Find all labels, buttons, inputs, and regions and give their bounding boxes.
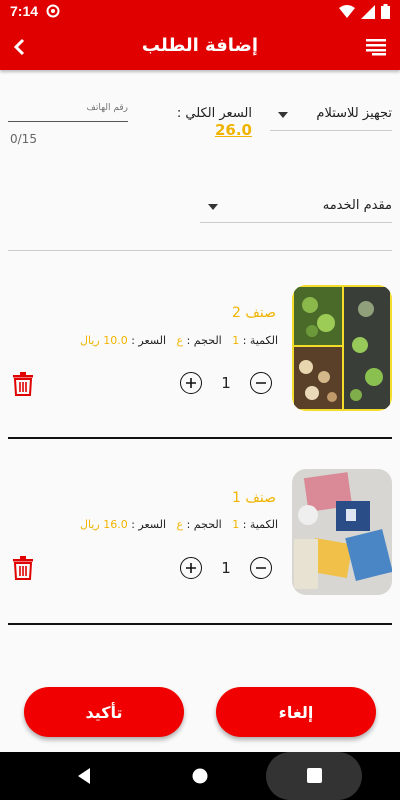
wifi-icon: [339, 4, 355, 18]
divider: [8, 437, 392, 439]
plus-icon[interactable]: [180, 557, 202, 579]
qty-label: الكمية :: [242, 518, 278, 531]
item-image: [292, 285, 392, 411]
item-details: الكمية : 1 الحجم : ع السعر : 10.0 ريال: [80, 334, 278, 347]
trash-icon[interactable]: [12, 372, 34, 396]
signal-icon: [361, 4, 375, 19]
battery-icon: [381, 4, 390, 19]
trash-icon[interactable]: [12, 556, 34, 580]
price-value: 16.0 ريال: [79, 518, 128, 531]
divider: [8, 623, 392, 625]
minus-icon[interactable]: [250, 372, 272, 394]
nav-home-icon[interactable]: [192, 768, 208, 784]
quantity-value: 1: [221, 374, 231, 392]
qty-label: الكمية :: [242, 334, 278, 347]
pickup-dropdown[interactable]: تجهيز للاستلام: [270, 100, 392, 131]
nav-recents-icon[interactable]: [307, 768, 322, 783]
page-title: إضافة الطلب: [141, 35, 259, 56]
size-label: الحجم :: [186, 334, 222, 347]
plus-icon[interactable]: [180, 372, 202, 394]
item-name: صنف 1: [232, 490, 276, 506]
price-label: السعر :: [131, 518, 167, 531]
price-value: 10.0 ريال: [79, 334, 128, 347]
total-price: السعر الكلي : 26.0: [150, 106, 252, 139]
nav-back-icon[interactable]: [76, 768, 92, 784]
system-nav-bar: [0, 752, 400, 800]
menu-icon[interactable]: [366, 38, 386, 56]
item-name: صنف 2: [232, 305, 276, 321]
total-label: السعر الكلي :: [176, 106, 252, 121]
size-value: ع: [176, 334, 184, 347]
status-icons: [339, 4, 390, 19]
phone-input[interactable]: [8, 95, 128, 122]
price-label: السعر :: [131, 334, 167, 347]
minus-icon[interactable]: [250, 557, 272, 579]
provider-selected: مقدم الخدمه: [322, 198, 392, 213]
item-image: [292, 469, 392, 595]
quantity-stepper: 1: [180, 372, 272, 396]
pickup-selected: تجهيز للاستلام: [316, 106, 392, 121]
size-label: الحجم :: [186, 518, 222, 531]
item-details: الكمية : 1 الحجم : ع السعر : 16.0 ريال: [80, 518, 278, 531]
phone-field: [8, 95, 130, 122]
qty-value: 1: [232, 334, 240, 347]
total-value: 26.0: [214, 121, 252, 139]
chevron-down-icon: [278, 112, 288, 118]
chevron-down-icon: [208, 204, 218, 210]
status-time: 7:14: [10, 3, 39, 19]
qty-value: 1: [232, 518, 240, 531]
app-bar: إضافة الطلب: [0, 24, 400, 70]
provider-dropdown[interactable]: مقدم الخدمه: [200, 192, 392, 223]
at-icon: [46, 4, 60, 18]
size-value: ع: [176, 518, 184, 531]
confirm-button[interactable]: تأكيد: [24, 687, 184, 737]
quantity-stepper: 1: [180, 557, 272, 581]
status-bar: 7:14: [0, 0, 400, 24]
quantity-value: 1: [221, 559, 231, 577]
divider: [8, 250, 392, 251]
cancel-button[interactable]: إلغاء: [216, 687, 376, 737]
phone-counter: 0/15: [10, 132, 37, 146]
